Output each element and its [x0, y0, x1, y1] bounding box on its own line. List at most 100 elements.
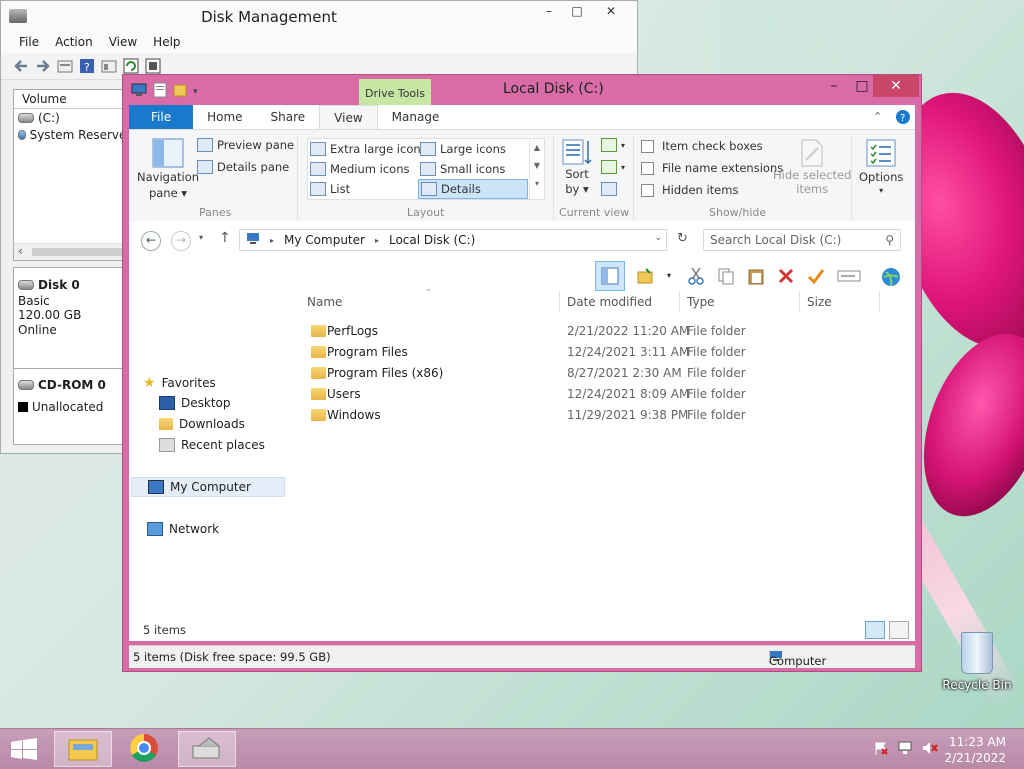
- nav-desktop[interactable]: Desktop: [159, 396, 231, 410]
- address-dropdown-icon[interactable]: ⌄: [654, 233, 662, 243]
- ribbon-collapse-icon[interactable]: ⌃: [873, 105, 895, 129]
- layout-extra-large-icons[interactable]: Extra large icons: [310, 142, 427, 156]
- sort-by-button[interactable]: Sort by ▾: [561, 138, 593, 196]
- hidden-items-checkbox[interactable]: Hidden items: [641, 183, 738, 197]
- layout-small-icons[interactable]: Small icons: [420, 162, 505, 176]
- new-folder-icon[interactable]: [173, 82, 187, 101]
- column-separator[interactable]: [879, 291, 880, 313]
- copy-icon[interactable]: [717, 267, 735, 285]
- help-icon[interactable]: ?: [79, 58, 95, 74]
- maximize-icon[interactable]: □: [561, 1, 593, 23]
- properties-icon[interactable]: [837, 267, 861, 285]
- details-pane-button[interactable]: Details pane: [197, 160, 289, 174]
- properties-icon[interactable]: [153, 82, 167, 101]
- nav-recent-places[interactable]: Recent places: [159, 438, 265, 452]
- properties-icon[interactable]: [57, 58, 73, 74]
- qat-dropdown-icon[interactable]: ▾: [193, 87, 198, 97]
- table-row[interactable]: Users 12/24/2021 8:09 AM File folder: [303, 384, 915, 405]
- help-icon[interactable]: ?: [895, 109, 915, 129]
- delete-icon[interactable]: [777, 267, 795, 285]
- column-separator[interactable]: [559, 291, 560, 313]
- hide-selected-items-button[interactable]: Hide selected items: [773, 138, 851, 196]
- menu-help[interactable]: Help: [145, 33, 188, 53]
- maximize-icon[interactable]: □: [849, 75, 875, 97]
- layout-large-icons[interactable]: Large icons: [420, 142, 506, 156]
- recycle-bin-shortcut[interactable]: Recycle Bin: [940, 632, 1014, 692]
- taskbar-disk-management[interactable]: [178, 731, 236, 767]
- volume-column-header[interactable]: Volume: [14, 90, 134, 109]
- file-name-extensions-checkbox[interactable]: File name extensions: [641, 161, 783, 175]
- back-arrow-icon[interactable]: [13, 58, 29, 74]
- view-icon[interactable]: [101, 58, 117, 74]
- up-arrow-icon[interactable]: ↑: [219, 230, 231, 246]
- details-view-icon[interactable]: [865, 621, 885, 639]
- table-row[interactable]: PerfLogs 2/21/2022 11:20 AM File folder: [303, 321, 915, 342]
- horizontal-scrollbar[interactable]: ‹: [14, 243, 134, 260]
- rescan-icon[interactable]: [145, 58, 161, 74]
- search-input[interactable]: Search Local Disk (C:) ⚲: [703, 229, 901, 251]
- breadcrumb-my-computer[interactable]: My Computer: [284, 233, 365, 247]
- item-check-boxes-checkbox[interactable]: Item check boxes: [641, 139, 763, 153]
- layout-details[interactable]: Details: [418, 179, 528, 199]
- close-icon[interactable]: ✕: [873, 75, 919, 97]
- column-separator[interactable]: [679, 291, 680, 313]
- disk-management-titlebar[interactable]: Disk Management – □ ✕: [1, 1, 637, 33]
- table-row[interactable]: Program Files 12/24/2021 3:11 AM File fold…: [303, 342, 915, 363]
- add-columns-icon[interactable]: ▾: [601, 160, 625, 174]
- scrollbar-thumb[interactable]: [32, 248, 132, 256]
- address-bar[interactable]: ▸ My Computer ▸ Local Disk (C:) ⌄: [239, 229, 667, 251]
- explorer-titlebar[interactable]: ▾ Drive Tools Local Disk (C:) – □ ✕: [123, 75, 921, 107]
- system-clock[interactable]: 11:23 AM 2/21/2022: [944, 734, 1006, 766]
- column-header-type[interactable]: Type: [687, 295, 715, 309]
- breadcrumb-local-disk[interactable]: Local Disk (C:): [389, 233, 475, 247]
- preview-pane-button[interactable]: Preview pane: [197, 138, 294, 152]
- disk-0-header[interactable]: Disk 0: [18, 278, 80, 292]
- layout-medium-icons[interactable]: Medium icons: [310, 162, 409, 176]
- taskbar-file-explorer[interactable]: [54, 731, 112, 767]
- volume-row[interactable]: System Reserved: [14, 126, 134, 143]
- back-arrow-icon[interactable]: ←: [141, 231, 161, 251]
- layout-toggle-icon[interactable]: [595, 261, 625, 291]
- scroll-left-icon[interactable]: ‹: [18, 244, 23, 258]
- network-tray-icon[interactable]: [898, 741, 912, 755]
- close-icon[interactable]: ✕: [591, 1, 631, 23]
- menu-view[interactable]: View: [101, 33, 145, 53]
- column-header-name[interactable]: Name: [307, 295, 342, 309]
- options-button[interactable]: Options ▾: [859, 138, 903, 195]
- nav-network[interactable]: Network: [147, 522, 219, 536]
- tab-share[interactable]: Share: [257, 105, 320, 129]
- folder-options-dropdown-icon[interactable]: ▾: [667, 271, 685, 289]
- refresh-icon[interactable]: ↻: [677, 231, 688, 246]
- layout-gallery-scroll[interactable]: ▲ ▼ ▾: [529, 139, 544, 199]
- volume-row[interactable]: (C:): [14, 109, 134, 126]
- nav-favorites[interactable]: ★ Favorites: [143, 375, 216, 391]
- menu-action[interactable]: Action: [47, 33, 101, 53]
- column-header-date-modified[interactable]: Date modified: [567, 295, 652, 309]
- paste-icon[interactable]: [747, 267, 765, 285]
- large-icons-view-icon[interactable]: [889, 621, 909, 639]
- layout-list[interactable]: List: [310, 182, 350, 196]
- minimize-icon[interactable]: –: [819, 75, 849, 97]
- size-columns-icon[interactable]: [601, 182, 617, 196]
- forward-arrow-icon[interactable]: →: [171, 231, 191, 251]
- tab-file[interactable]: File: [129, 105, 194, 129]
- action-center-flag-icon[interactable]: [874, 741, 888, 755]
- windows-start-icon[interactable]: [10, 738, 38, 760]
- breadcrumb-separator-icon[interactable]: ▸: [270, 236, 274, 245]
- column-separator[interactable]: [799, 291, 800, 313]
- group-by-icon[interactable]: ▾: [601, 138, 625, 152]
- table-row[interactable]: Windows 11/29/2021 9:38 PM File folder: [303, 405, 915, 426]
- cdrom-0-header[interactable]: CD-ROM 0: [18, 378, 106, 392]
- nav-downloads[interactable]: Downloads: [159, 417, 245, 431]
- taskbar-chrome[interactable]: [116, 731, 174, 767]
- column-header-size[interactable]: Size: [807, 295, 832, 309]
- folder-options-icon[interactable]: [637, 267, 655, 285]
- rename-check-icon[interactable]: [807, 267, 825, 285]
- nav-my-computer[interactable]: My Computer: [131, 477, 285, 497]
- volume-muted-icon[interactable]: [922, 741, 938, 755]
- tab-manage[interactable]: Manage: [378, 105, 454, 129]
- globe-icon[interactable]: [881, 267, 900, 287]
- menu-file[interactable]: File: [11, 33, 47, 53]
- refresh-icon[interactable]: [123, 58, 139, 74]
- cut-icon[interactable]: [687, 267, 705, 285]
